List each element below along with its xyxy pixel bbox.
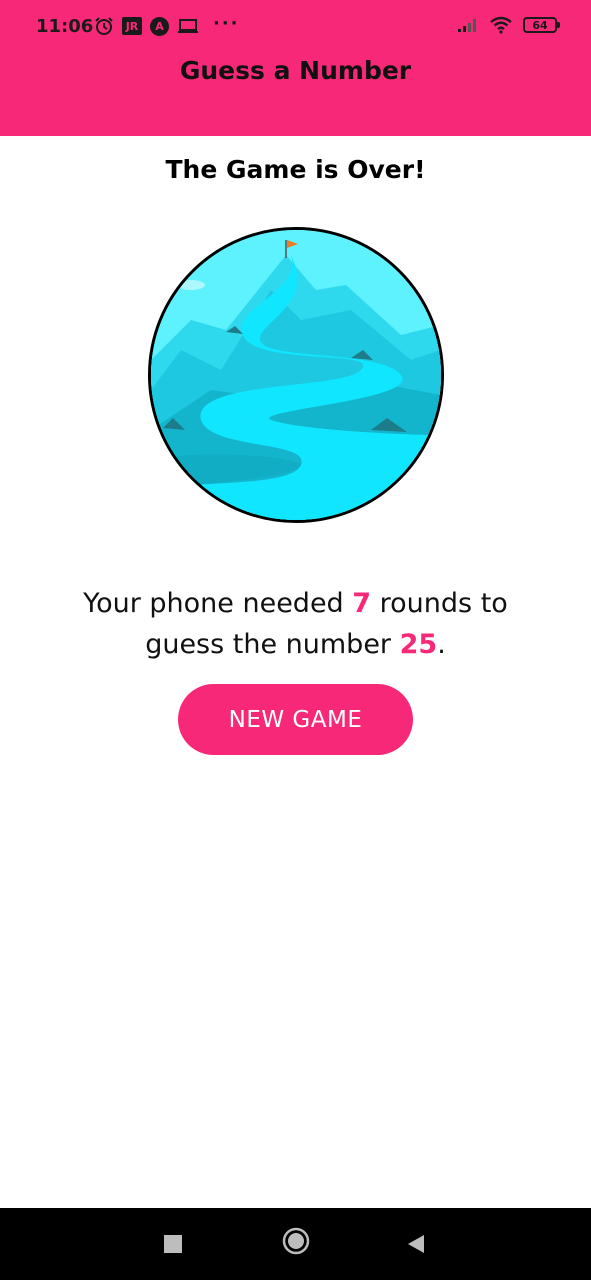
new-game-button[interactable]: NEW GAME — [178, 684, 413, 755]
status-bar: 11:06 JR A ··· 64 — [0, 0, 591, 54]
home-circle-icon[interactable] — [281, 1226, 311, 1256]
wifi-icon — [489, 16, 513, 34]
battery-icon: 64 — [523, 17, 560, 33]
jr-app-icon: JR — [122, 17, 142, 35]
mountain-path-illustration — [148, 227, 444, 523]
a-app-icon: A — [150, 16, 169, 36]
recents-square-icon[interactable] — [162, 1230, 184, 1258]
alarm-icon — [94, 16, 114, 36]
app-header: 11:06 JR A ··· 64 Guess a Number — [0, 0, 591, 136]
summary-suffix: . — [437, 629, 446, 660]
system-icons: 64 — [457, 16, 560, 34]
signal-icon — [457, 17, 479, 33]
status-time: 11:06 — [36, 16, 94, 37]
game-over-title: The Game is Over! — [165, 155, 426, 184]
rounds-count: 7 — [352, 588, 372, 619]
summary-prefix: Your phone needed — [83, 588, 353, 619]
laptop-icon — [177, 17, 199, 35]
navigation-bar — [0, 1208, 591, 1280]
back-triangle-icon[interactable] — [405, 1230, 427, 1258]
result-summary: Your phone needed 7 rounds to guess the … — [40, 583, 551, 665]
more-icon: ··· — [213, 12, 240, 34]
app-title: Guess a Number — [179, 56, 412, 85]
guessed-number: 25 — [399, 629, 438, 660]
game-over-screen: 11:06 JR A ··· 64 Guess a Number The Gam… — [0, 0, 591, 1280]
notification-icons: JR A ··· — [94, 12, 240, 36]
